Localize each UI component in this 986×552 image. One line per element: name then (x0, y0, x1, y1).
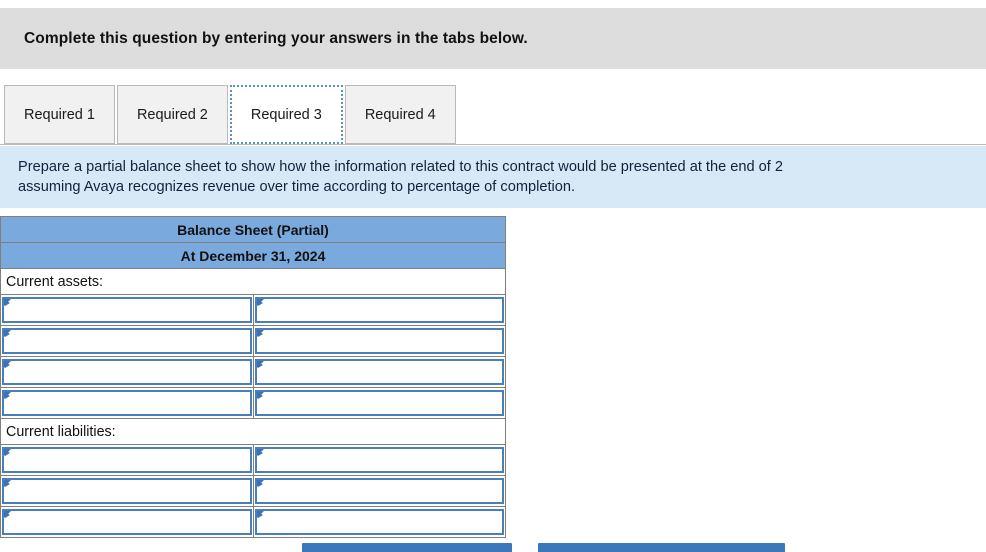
dropdown-marker-icon (4, 299, 11, 306)
liability-amount-cell-1 (252, 444, 506, 476)
asset-description-input-2[interactable] (2, 328, 252, 354)
table-row (0, 475, 506, 507)
tab-label: Required 2 (136, 106, 208, 123)
dropdown-arrow-icon (257, 393, 263, 399)
liability-amount-input-3[interactable] (254, 509, 504, 535)
table-row (0, 444, 506, 476)
asset-amount-cell-1 (252, 294, 506, 326)
previous-required-button[interactable] (302, 543, 512, 552)
liability-description-input-3[interactable] (2, 509, 252, 535)
tab-required-4[interactable]: Required 4 (344, 85, 456, 144)
balance-sheet-title: Balance Sheet (Partial) (0, 216, 506, 243)
dropdown-arrow-icon (257, 481, 263, 487)
tab-label: Required 3 (250, 106, 322, 123)
dropdown-arrow-icon (5, 481, 10, 487)
dropdown-arrow-icon (257, 300, 263, 306)
dropdown-marker-icon (256, 330, 264, 337)
liability-amount-cell-3 (252, 506, 506, 538)
table-row (0, 387, 506, 419)
liability-description-cell-2 (0, 475, 254, 507)
requirement-text-line-2: assuming Avaya recognizes revenue over t… (18, 179, 576, 195)
requirement-text-line-1: Prepare a partial balance sheet to show … (18, 159, 784, 175)
question-page: Complete this question by entering your … (0, 0, 986, 552)
liability-description-input-2[interactable] (2, 478, 252, 504)
liability-description-input-1[interactable] (2, 447, 252, 473)
asset-amount-input-2[interactable] (254, 328, 504, 354)
tab-label: Required 1 (24, 106, 95, 123)
instruction-text: Complete this question by entering your … (24, 29, 528, 47)
dropdown-marker-icon (256, 392, 264, 399)
asset-amount-input-1[interactable] (254, 297, 504, 323)
dropdown-arrow-icon (5, 362, 10, 368)
balance-sheet-table: Balance Sheet (Partial) At December 31, … (0, 216, 506, 538)
table-row (0, 356, 506, 388)
tab-required-2[interactable]: Required 2 (116, 85, 228, 144)
table-title-row: Balance Sheet (Partial) (0, 216, 506, 243)
liability-description-cell-1 (0, 444, 254, 476)
asset-description-cell-3 (0, 356, 254, 388)
asset-amount-cell-2 (252, 325, 506, 357)
dropdown-arrow-icon (5, 300, 10, 306)
dropdown-arrow-icon (5, 393, 10, 399)
asset-description-cell-1 (0, 294, 254, 326)
dropdown-marker-icon (256, 480, 264, 487)
table-row (0, 294, 506, 326)
tab-required-3[interactable]: Required 3 (229, 85, 343, 144)
asset-amount-input-4[interactable] (254, 390, 504, 416)
asset-amount-cell-3 (252, 356, 506, 388)
dropdown-arrow-icon (257, 450, 263, 456)
section-header-row: Current assets: (0, 268, 506, 295)
asset-description-input-1[interactable] (2, 297, 252, 323)
dropdown-marker-icon (4, 480, 11, 487)
tab-required-1[interactable]: Required 1 (4, 85, 115, 144)
balance-sheet-subtitle: At December 31, 2024 (0, 242, 506, 269)
table-row (0, 325, 506, 357)
dropdown-arrow-icon (257, 331, 263, 337)
table-row (0, 506, 506, 538)
tab-list: Required 1 Required 2 Required 3 Require… (4, 85, 458, 144)
section-label-current-liabilities: Current liabilities: (0, 418, 506, 445)
asset-amount-cell-4 (252, 387, 506, 419)
tab-label: Required 4 (364, 106, 436, 123)
requirement-panel: Prepare a partial balance sheet to show … (0, 145, 986, 208)
liability-amount-cell-2 (252, 475, 506, 507)
asset-description-cell-4 (0, 387, 254, 419)
asset-description-input-3[interactable] (2, 359, 252, 385)
table-subtitle-row: At December 31, 2024 (0, 242, 506, 269)
liability-amount-input-1[interactable] (254, 447, 504, 473)
dropdown-marker-icon (256, 449, 264, 456)
instruction-band: Complete this question by entering your … (0, 8, 986, 69)
asset-description-input-4[interactable] (2, 390, 252, 416)
dropdown-marker-icon (256, 361, 264, 368)
tab-strip: Required 1 Required 2 Required 3 Require… (0, 85, 986, 145)
next-required-button[interactable] (538, 543, 785, 552)
section-label-current-assets: Current assets: (0, 268, 506, 295)
dropdown-arrow-icon (5, 450, 10, 456)
dropdown-arrow-icon (5, 512, 10, 518)
liability-description-cell-3 (0, 506, 254, 538)
dropdown-arrow-icon (257, 512, 263, 518)
asset-description-cell-2 (0, 325, 254, 357)
dropdown-arrow-icon (5, 331, 10, 337)
dropdown-marker-icon (256, 511, 264, 518)
dropdown-marker-icon (256, 299, 264, 306)
dropdown-marker-icon (4, 511, 11, 518)
dropdown-arrow-icon (257, 362, 263, 368)
dropdown-marker-icon (4, 361, 11, 368)
dropdown-marker-icon (4, 449, 11, 456)
liability-amount-input-2[interactable] (254, 478, 504, 504)
asset-amount-input-3[interactable] (254, 359, 504, 385)
section-header-row: Current liabilities: (0, 418, 506, 445)
dropdown-marker-icon (4, 392, 11, 399)
dropdown-marker-icon (4, 330, 11, 337)
